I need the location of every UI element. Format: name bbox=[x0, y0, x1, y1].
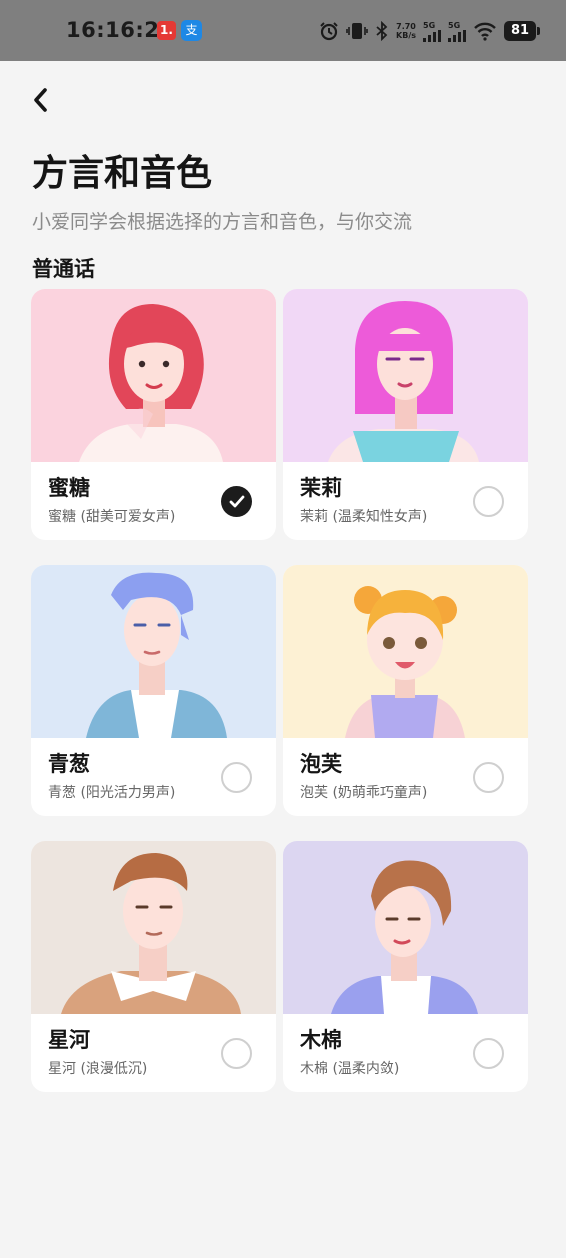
voice-radio-selected[interactable] bbox=[221, 486, 252, 517]
voice-description: 蜜糖 (甜美可爱女声) bbox=[48, 509, 176, 525]
voice-card-xinghe[interactable]: 星河 星河 (浪漫低沉) bbox=[31, 841, 276, 1092]
back-button[interactable] bbox=[26, 84, 56, 116]
alipay-notification-icon: 支 bbox=[181, 20, 202, 41]
voice-name: 蜜糖 bbox=[48, 476, 90, 500]
voice-card-qingcong[interactable]: 青葱 青葱 (阳光活力男声) bbox=[31, 565, 276, 816]
voice-description: 星河 (浪漫低沉) bbox=[48, 1061, 148, 1077]
voice-radio-unselected[interactable] bbox=[221, 762, 252, 793]
voice-card-mitang[interactable]: 蜜糖 蜜糖 (甜美可爱女声) bbox=[31, 289, 276, 540]
network-speed: 7.70 KB/s bbox=[396, 22, 416, 40]
voice-radio-unselected[interactable] bbox=[473, 486, 504, 517]
sim2-signal: 5G bbox=[448, 21, 466, 42]
voice-radio-unselected[interactable] bbox=[221, 1038, 252, 1069]
status-icons: 7.70 KB/s 5G 5G 81 bbox=[319, 16, 540, 46]
voice-avatar-moli bbox=[283, 289, 528, 462]
chevron-left-icon bbox=[34, 88, 47, 112]
voice-name: 星河 bbox=[48, 1028, 90, 1052]
voice-grid: 蜜糖 蜜糖 (甜美可爱女声) 茉莉 茉莉 (温柔知性女声) 青葱 青葱 (阳光活… bbox=[31, 289, 528, 1092]
voice-card-paofu[interactable]: 泡芙 泡芙 (奶萌乖巧童声) bbox=[283, 565, 528, 816]
voice-card-mumian[interactable]: 木棉 木棉 (温柔内敛) bbox=[283, 841, 528, 1092]
bluetooth-icon bbox=[376, 21, 388, 41]
check-icon bbox=[229, 495, 244, 507]
alarm-icon bbox=[320, 22, 338, 41]
voice-description: 木棉 (温柔内敛) bbox=[300, 1061, 400, 1077]
signal-icon bbox=[423, 29, 441, 42]
voice-name: 青葱 bbox=[48, 752, 90, 776]
voice-card-moli[interactable]: 茉莉 茉莉 (温柔知性女声) bbox=[283, 289, 528, 540]
page-title: 方言和音色 bbox=[32, 153, 213, 194]
voice-name: 木棉 bbox=[300, 1028, 342, 1052]
sim1-signal: 5G bbox=[423, 21, 441, 42]
page-subtitle: 小爱同学会根据选择的方言和音色，与你交流 bbox=[32, 211, 413, 233]
voice-description: 青葱 (阳光活力男声) bbox=[48, 785, 176, 801]
voice-description: 泡芙 (奶萌乖巧童声) bbox=[300, 785, 428, 801]
voice-avatar-mumian bbox=[283, 841, 528, 1014]
voice-radio-unselected[interactable] bbox=[473, 762, 504, 793]
voice-name: 茉莉 bbox=[300, 476, 342, 500]
voice-avatar-qingcong bbox=[31, 565, 276, 738]
notification-app-icon: 1. bbox=[157, 21, 176, 40]
vibrate-icon bbox=[346, 23, 368, 39]
voice-name: 泡芙 bbox=[300, 752, 342, 776]
voice-avatar-xinghe bbox=[31, 841, 276, 1014]
battery-icon: 81 bbox=[504, 21, 540, 41]
voice-radio-unselected[interactable] bbox=[473, 1038, 504, 1069]
status-bar: 16:16:20 1. 支 7.70 KB/s 5G 5G 81 bbox=[0, 0, 566, 61]
voice-avatar-paofu bbox=[283, 565, 528, 738]
wifi-icon bbox=[474, 22, 496, 41]
voice-avatar-mitang bbox=[31, 289, 276, 462]
section-title-mandarin: 普通话 bbox=[32, 257, 95, 281]
voice-description: 茉莉 (温柔知性女声) bbox=[300, 509, 428, 525]
signal-icon bbox=[448, 29, 466, 42]
